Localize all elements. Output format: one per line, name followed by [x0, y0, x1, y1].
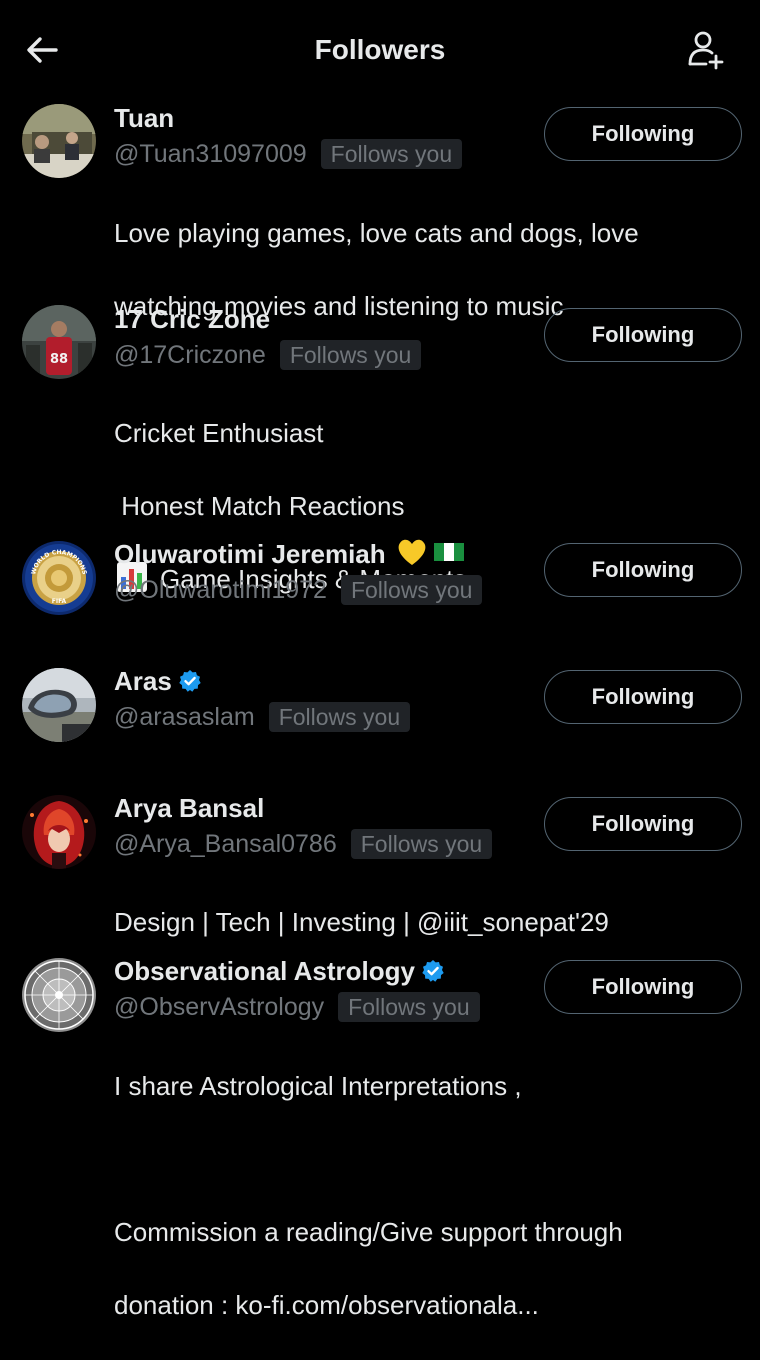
- user-bio: I share Astrological Interpretations , C…: [114, 1031, 734, 1360]
- avatar[interactable]: [22, 104, 96, 178]
- follows-you-badge: Follows you: [340, 575, 483, 605]
- svg-text:88: 88: [50, 352, 68, 367]
- add-user-icon: [688, 31, 724, 70]
- user-handle[interactable]: @17Criczone: [114, 341, 266, 370]
- following-button[interactable]: Following: [544, 960, 742, 1014]
- display-name[interactable]: Arya Bansal: [114, 793, 264, 824]
- avatar-anime-art-icon: [22, 795, 96, 869]
- user-handle[interactable]: @Arya_Bansal0786: [114, 830, 337, 859]
- bio-line: Commission a reading/Give support throug…: [114, 1216, 623, 1247]
- page-title: Followers: [314, 34, 446, 65]
- follows-you-badge: Follows you: [320, 139, 463, 169]
- bio-line: Design | Tech | Investing | @iiit_sonepa…: [114, 906, 609, 937]
- follows-you-badge: Follows you: [268, 702, 411, 732]
- follows-you-badge: Follows you: [338, 992, 480, 1022]
- add-user-button[interactable]: [684, 28, 728, 72]
- following-button[interactable]: Following: [544, 543, 742, 597]
- following-button[interactable]: Following: [544, 308, 742, 362]
- user-handle[interactable]: @Oluwarotimi1972: [114, 576, 327, 605]
- avatar[interactable]: [22, 795, 96, 869]
- avatar[interactable]: [22, 668, 96, 742]
- svg-text:FIFA: FIFA: [52, 598, 67, 605]
- name-line: Arya Bansal: [114, 790, 264, 826]
- name-line: Aras: [114, 663, 202, 699]
- follows-you-badge: Follows you: [279, 340, 422, 370]
- display-name[interactable]: Tuan: [114, 103, 174, 134]
- handle-line: @ObservAstrology Follows you: [114, 989, 480, 1025]
- avatar-photo-icon: [22, 668, 96, 742]
- bio-line: Love playing games, love cats and dogs, …: [114, 217, 639, 248]
- display-name[interactable]: 17 Cric Zone: [114, 304, 270, 335]
- avatar[interactable]: 88: [22, 305, 96, 379]
- avatar-photo-icon: [22, 104, 96, 178]
- bio-line: [114, 1141, 734, 1178]
- display-name[interactable]: Aras: [114, 666, 172, 697]
- name-line: Observational Astrology: [114, 953, 445, 989]
- verified-badge-icon: [178, 669, 202, 693]
- handle-line: @Arya_Bansal0786 Follows you: [114, 826, 493, 862]
- name-line: 17 Cric Zone: [114, 301, 270, 337]
- name-line: Tuan: [114, 100, 174, 136]
- display-name[interactable]: Oluwarotimi Jeremiah: [114, 539, 386, 570]
- user-handle[interactable]: @ObservAstrology: [114, 993, 324, 1022]
- handle-line: @Tuan31097009 Follows you: [114, 136, 463, 172]
- avatar[interactable]: [22, 958, 96, 1032]
- handle-line: @arasaslam Follows you: [114, 699, 411, 735]
- verified-badge-icon: [421, 959, 445, 983]
- top-bar: Followers: [0, 0, 760, 100]
- bio-line: Cricket Enthusiast: [114, 417, 324, 448]
- following-button[interactable]: Following: [544, 670, 742, 724]
- user-handle[interactable]: @Tuan31097009: [114, 140, 307, 169]
- avatar-photo-icon: 88: [22, 305, 96, 379]
- handle-line: @17Criczone Follows you: [114, 337, 422, 373]
- fifa-world-champions-badge-icon: WORLD CHAMPIONS FIFA: [22, 541, 96, 615]
- display-name[interactable]: Observational Astrology: [114, 956, 415, 987]
- following-button[interactable]: Following: [544, 107, 742, 161]
- following-button[interactable]: Following: [544, 797, 742, 851]
- follows-you-badge: Follows you: [350, 829, 493, 859]
- astrology-chart-icon: [22, 958, 96, 1032]
- handle-line: @Oluwarotimi1972 Follows you: [114, 572, 483, 608]
- bio-line[interactable]: donation : ko-fi.com/observationala...: [114, 1287, 734, 1324]
- bio-line: Honest Match Reactions: [114, 490, 405, 521]
- name-line: Oluwarotimi Jeremiah: [114, 536, 464, 572]
- user-handle[interactable]: @arasaslam: [114, 703, 255, 732]
- yellow-heart-emoji-icon: [396, 537, 428, 572]
- bio-line: I share Astrological Interpretations ,: [114, 1070, 522, 1101]
- nigeria-flag-emoji-icon: [433, 541, 464, 568]
- avatar[interactable]: WORLD CHAMPIONS FIFA: [22, 541, 96, 615]
